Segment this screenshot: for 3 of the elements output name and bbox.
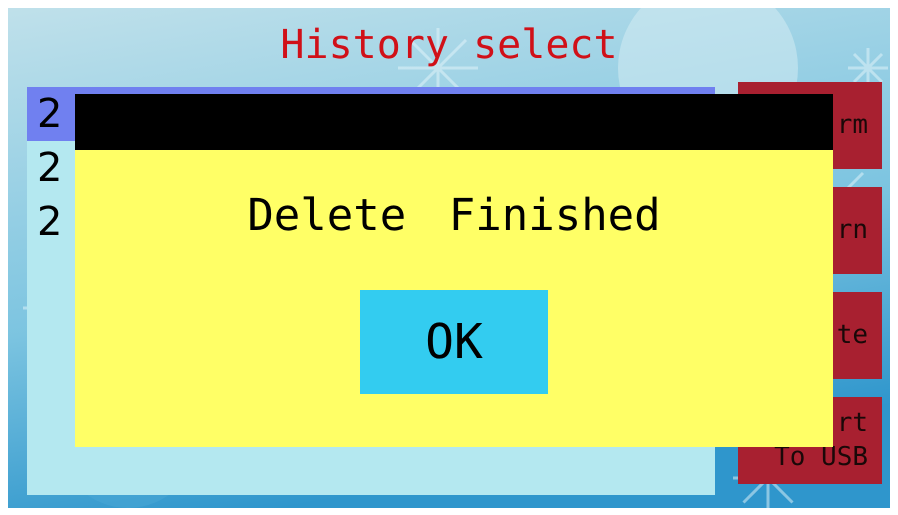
ok-button[interactable]: OK <box>360 290 548 394</box>
screen-title: History select <box>280 25 618 65</box>
dialog-message: Delete Finished <box>247 194 661 238</box>
